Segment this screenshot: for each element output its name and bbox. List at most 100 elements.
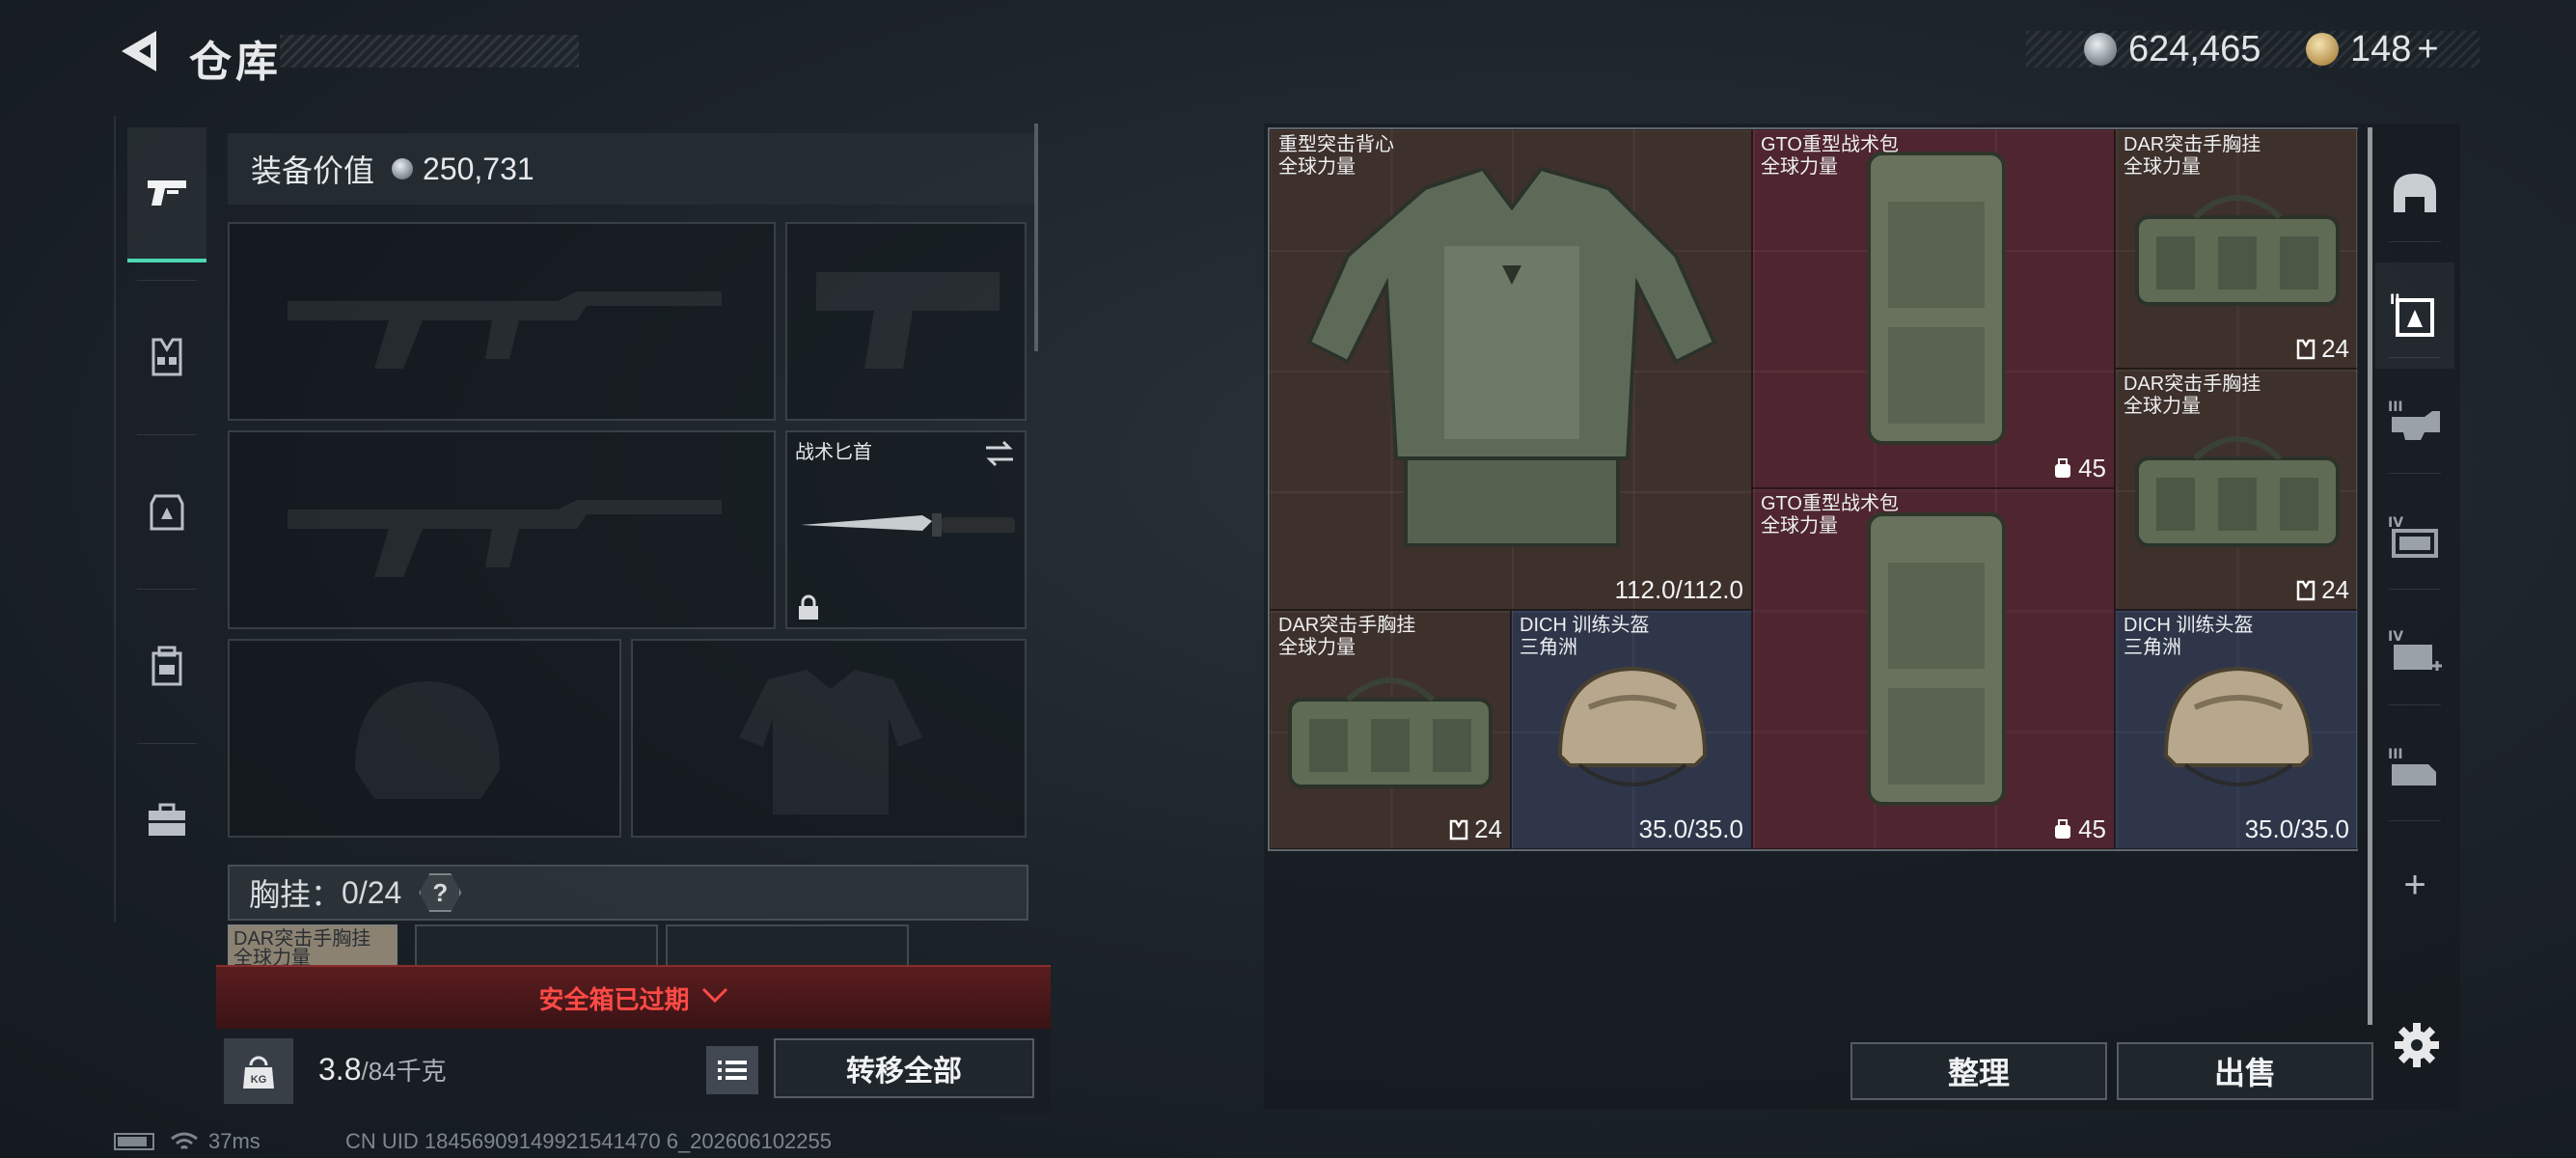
helmet-icon: [2394, 174, 2436, 212]
storage-page-1[interactable]: [2375, 141, 2454, 247]
nav-divider: [137, 743, 197, 744]
tab-bag[interactable]: [127, 598, 206, 733]
svg-text:IV: IV: [2388, 629, 2403, 645]
back-arrow-icon: [122, 31, 156, 71]
nav-divider: [137, 280, 197, 281]
silver-currency[interactable]: 624,465: [2084, 25, 2261, 73]
body-armor-slot[interactable]: [631, 639, 1027, 838]
tab-safe-case[interactable]: [127, 753, 206, 888]
add-gold-icon[interactable]: +: [2417, 29, 2438, 70]
item-sub: 全球力量: [1278, 156, 1356, 178]
chest-rig-item-icon: [2135, 195, 2340, 306]
left-category-nav: [114, 116, 214, 922]
svg-text:III: III: [2388, 400, 2403, 415]
weight-max: /84千克: [361, 1057, 447, 1086]
item-sub: 全球力量: [1761, 156, 1838, 178]
chest-rig-empty-slot[interactable]: [415, 924, 658, 965]
item-name: GTO重型战术包: [1761, 493, 1899, 514]
gold-coin-icon: [2306, 33, 2339, 66]
storage-page-6[interactable]: III: [2375, 716, 2454, 822]
nav-divider: [2389, 241, 2441, 242]
user-uid: CN UID 18456909149921541470 6_2026061022…: [345, 1129, 833, 1153]
tab-weapons[interactable]: [127, 127, 206, 262]
safe-box-expired-banner[interactable]: 安全箱已过期: [216, 965, 1051, 1029]
rifle-silhouette-icon: [288, 500, 722, 577]
weight-bar: KG 3.8/84千克 转移全部: [216, 1029, 1051, 1114]
svg-text:IV: IV: [2388, 515, 2403, 531]
item-name: DICH 训练头盔: [1520, 615, 1650, 636]
silver-amount: 624,465: [2128, 28, 2261, 69]
helmet-silhouette-icon: [355, 681, 500, 799]
storage-item-chest-rig[interactable]: DAR突击手胸挂 全球力量 24: [1270, 610, 1511, 849]
sidearm-slot[interactable]: [785, 222, 1027, 421]
transfer-all-button[interactable]: 转移全部: [774, 1038, 1034, 1098]
backpack-mini-icon: [2055, 457, 2071, 478]
storage-item-backpack[interactable]: GTO重型战术包 全球力量 45: [1752, 129, 2115, 488]
item-name: DAR突击手胸挂: [2124, 373, 2261, 395]
chest-rig-empty-slot[interactable]: [666, 924, 909, 965]
list-view-button[interactable]: [706, 1046, 758, 1094]
armor-silhouette-icon: [739, 670, 922, 814]
weight-readout: 3.8/84千克: [318, 1052, 447, 1088]
nav-divider: [2389, 357, 2441, 358]
gear-icon: [2395, 1023, 2439, 1067]
pistol-silhouette-icon: [816, 272, 1000, 369]
storage-page-3-locked-icon: III: [2388, 747, 2436, 786]
storage-page-nav: II III IV IV III +: [2375, 127, 2454, 1025]
item-sub: 全球力量: [2124, 156, 2201, 178]
storage-page-4[interactable]: IV: [2375, 484, 2454, 591]
tab-chest-rig[interactable]: [127, 290, 206, 425]
sell-button[interactable]: 出售: [2117, 1042, 2373, 1100]
storage-scrollbar[interactable]: [2368, 127, 2372, 1025]
swap-icon[interactable]: [982, 440, 1017, 467]
tactical-knife-icon: [801, 513, 1015, 537]
helmet-slot[interactable]: [228, 639, 621, 838]
list-icon: [718, 1061, 747, 1080]
help-button[interactable]: ?: [419, 873, 462, 912]
tab-armor[interactable]: [127, 444, 206, 579]
storage-item-chest-rig[interactable]: DAR突击手胸挂 全球力量 24: [2115, 129, 2358, 369]
storage-item-backpack[interactable]: GTO重型战术包 全球力量 45: [1752, 488, 2115, 849]
back-button[interactable]: [114, 25, 162, 77]
storage-item-chest-rig[interactable]: DAR突击手胸挂 全球力量 24: [2115, 369, 2358, 610]
gold-amount: 148: [2350, 28, 2412, 69]
item-sub: 三角洲: [1520, 637, 1577, 658]
storage-item-helmet[interactable]: DICH 训练头盔 三角洲 35.0/35.0: [1511, 610, 1752, 849]
knife-slot[interactable]: 战术匕首: [785, 430, 1027, 629]
item-name: GTO重型战术包: [1761, 134, 1899, 155]
equipment-value-row: 装备价值 250,731: [228, 133, 1034, 205]
item-sub: 全球力量: [1761, 515, 1838, 537]
chest-rig-label: 胸挂：: [249, 877, 343, 912]
equipment-value: 250,731: [423, 151, 534, 186]
storage-page-3[interactable]: III: [2375, 369, 2454, 475]
system-status-bar: 37ms: [114, 1129, 260, 1154]
lock-icon: [799, 594, 818, 620]
heavy-vest-icon: [1306, 166, 1717, 547]
gold-currency[interactable]: 148 +: [2306, 25, 2439, 73]
equipment-scrollbar[interactable]: [1034, 124, 1038, 351]
settings-button[interactable]: [2393, 1021, 2441, 1069]
storage-page-5[interactable]: IV: [2375, 600, 2454, 706]
nav-divider: [2389, 820, 2441, 821]
pistol-icon: [148, 180, 186, 206]
sort-button[interactable]: 整理: [1850, 1042, 2107, 1100]
chest-rig-item-icon: [1288, 677, 1493, 788]
item-sub: 全球力量: [1278, 637, 1356, 658]
storage-item-vest[interactable]: 重型突击背心 全球力量 112.0/112.0: [1270, 129, 1752, 610]
add-storage-page-button[interactable]: +: [2375, 832, 2454, 938]
chest-rig-mini-icon: [2296, 580, 2316, 600]
item-name: DICH 训练头盔: [2124, 615, 2254, 636]
item-capacity: 24: [2296, 575, 2349, 605]
storage-page-2[interactable]: II: [2375, 262, 2454, 369]
storage-page-3-icon: III: [2388, 400, 2440, 440]
item-capacity: 24: [2296, 334, 2349, 364]
chest-rig-capacity-bar: 胸挂： 0/24 ?: [228, 865, 1028, 921]
storage-item-helmet[interactable]: DICH 训练头盔 三角洲 35.0/35.0: [2115, 610, 2358, 849]
training-helmet-icon: [1557, 666, 1708, 786]
chest-rig-item-slot[interactable]: DAR突击手胸挂 全球力量: [228, 924, 397, 969]
secondary-weapon-slot[interactable]: [228, 430, 776, 629]
nav-divider: [137, 434, 197, 435]
chest-rig-item-icon: [2135, 436, 2340, 547]
briefcase-icon: [149, 803, 185, 836]
primary-weapon-slot[interactable]: [228, 222, 776, 421]
